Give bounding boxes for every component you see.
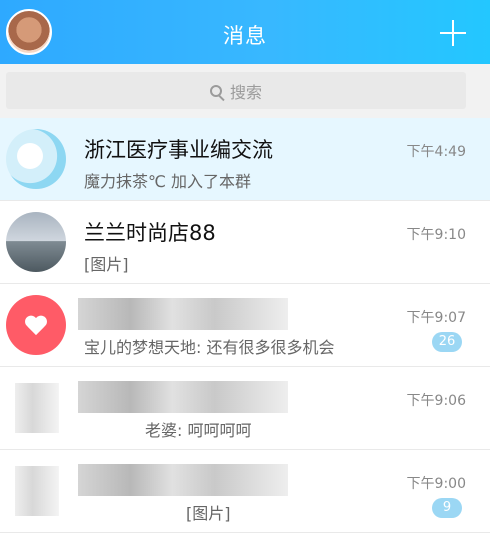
message-preview: 宝儿的梦想天地: 还有很多很多机会 xyxy=(84,338,335,357)
blurred-chat-name xyxy=(78,298,288,330)
search-icon xyxy=(209,84,222,97)
message-list: 浙江医疗事业编交流 魔力抹茶℃ 加入了本群 下午4:49 兰兰时尚店88 [图片… xyxy=(0,118,490,533)
plus-icon[interactable] xyxy=(440,20,466,46)
message-row[interactable]: 老婆: 呵呵呵呵 下午9:06 xyxy=(0,367,490,450)
top-bar: 消息 xyxy=(0,0,490,64)
message-row[interactable]: 浙江医疗事业编交流 魔力抹茶℃ 加入了本群 下午4:49 xyxy=(0,118,490,201)
blurred-avatar xyxy=(15,383,59,433)
message-row[interactable]: 兰兰时尚店88 [图片] 下午9:10 xyxy=(0,201,490,284)
chat-avatar xyxy=(6,212,66,272)
message-time: 下午9:00 xyxy=(406,476,466,492)
unread-badge: 26 xyxy=(432,332,462,352)
message-preview: [图片] xyxy=(186,504,231,523)
message-preview: 魔力抹茶℃ 加入了本群 xyxy=(84,172,252,191)
chat-name: 兰兰时尚店88 xyxy=(84,221,216,245)
page-title: 消息 xyxy=(223,24,267,48)
heart-icon xyxy=(25,316,47,336)
unread-badge: 9 xyxy=(432,498,462,518)
message-row[interactable]: [图片] 下午9:00 9 xyxy=(0,450,490,533)
search-placeholder: 搜索 xyxy=(229,82,262,102)
group-avatar xyxy=(6,129,66,189)
blurred-avatar xyxy=(15,466,59,516)
message-time: 下午4:49 xyxy=(406,144,466,160)
message-row[interactable]: 宝儿的梦想天地: 还有很多很多机会 下午9:07 26 xyxy=(0,284,490,367)
blurred-chat-name xyxy=(78,381,288,413)
message-time: 下午9:07 xyxy=(406,310,466,326)
search-input[interactable]: 搜索 xyxy=(6,72,466,109)
message-time: 下午9:10 xyxy=(406,227,466,243)
heart-avatar xyxy=(6,295,66,355)
message-preview: [图片] xyxy=(84,255,129,274)
chat-name: 浙江医疗事业编交流 xyxy=(84,138,273,162)
blurred-chat-name xyxy=(78,464,288,496)
message-time: 下午9:06 xyxy=(406,393,466,409)
message-preview: 老婆: 呵呵呵呵 xyxy=(145,421,252,440)
search-bar: 搜索 xyxy=(0,64,490,118)
